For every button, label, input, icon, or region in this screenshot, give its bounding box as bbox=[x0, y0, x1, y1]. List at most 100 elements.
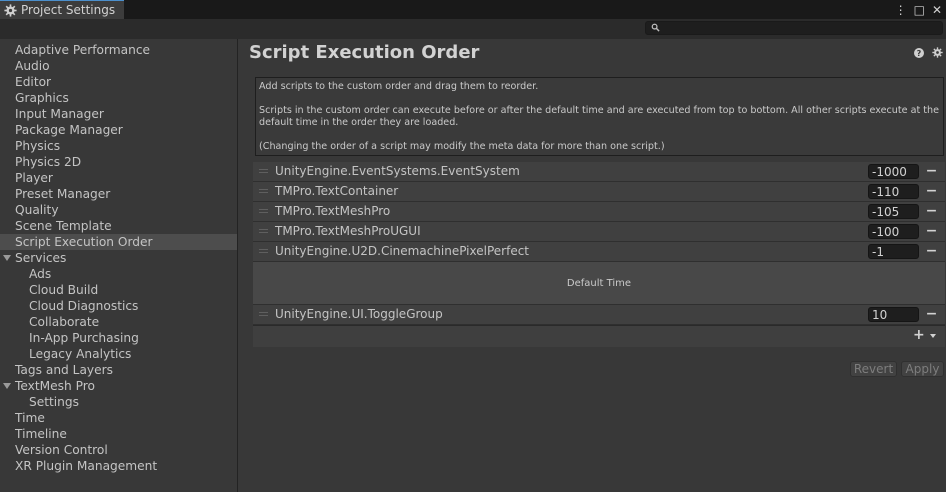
script-row[interactable]: TMPro.TextMeshPro -105− bbox=[253, 202, 945, 222]
drag-handle-icon[interactable] bbox=[259, 312, 268, 317]
expand-caret-icon[interactable] bbox=[3, 255, 11, 261]
script-row[interactable]: TMPro.TextMeshProUGUI -100− bbox=[253, 222, 945, 242]
window-controls: ⋮ □ ✕ bbox=[895, 0, 942, 19]
sidebar-item-label: Time bbox=[15, 411, 45, 425]
search-bar bbox=[0, 19, 946, 39]
sidebar-item-label: XR Plugin Management bbox=[15, 459, 158, 473]
maximize-icon[interactable]: □ bbox=[914, 4, 925, 16]
drag-handle-icon[interactable] bbox=[259, 209, 268, 214]
sidebar-item[interactable]: Preset Manager bbox=[0, 186, 237, 202]
script-row[interactable]: UnityEngine.EventSystems.EventSystem -100… bbox=[253, 162, 945, 182]
script-name: TMPro.TextContainer bbox=[275, 184, 399, 198]
sidebar-item-label: Physics 2D bbox=[15, 155, 82, 169]
help-text-intro: Add scripts to the custom order and drag… bbox=[259, 81, 539, 92]
script-name: TMPro.TextMeshPro bbox=[275, 204, 391, 218]
sidebar-item[interactable]: Legacy Analytics bbox=[0, 346, 237, 362]
search-icon bbox=[651, 23, 660, 32]
sidebar-item[interactable]: Ads bbox=[0, 266, 237, 282]
execution-order-field[interactable]: -1000 bbox=[868, 164, 919, 179]
remove-script-button[interactable]: − bbox=[924, 242, 939, 261]
apply-button[interactable]: Apply bbox=[901, 361, 944, 377]
sidebar-item-label: Collaborate bbox=[29, 315, 100, 329]
sidebar-item[interactable]: Cloud Diagnostics bbox=[0, 298, 237, 314]
sidebar-item-label: Input Manager bbox=[15, 107, 104, 121]
sidebar-item-label: Physics bbox=[15, 139, 61, 153]
chevron-down-icon bbox=[930, 334, 936, 338]
settings-category-list: Adaptive Performance Audio Editor Graphics I… bbox=[0, 42, 237, 474]
sidebar-item[interactable]: Services bbox=[0, 250, 237, 266]
search-field[interactable] bbox=[645, 21, 943, 35]
sidebar-item-label: Legacy Analytics bbox=[29, 347, 132, 361]
title-bar: Project Settings ⋮ □ ✕ bbox=[0, 0, 946, 19]
sidebar-item-label: Cloud Diagnostics bbox=[29, 299, 139, 313]
main-panel: Script Execution Order ? Add scripts to … bbox=[239, 39, 946, 492]
settings-menu-icon[interactable] bbox=[932, 47, 943, 58]
sidebar-item[interactable]: Adaptive Performance bbox=[0, 42, 237, 58]
sidebar-item[interactable]: Settings bbox=[0, 394, 237, 410]
sidebar-item-label: TextMesh Pro bbox=[15, 379, 95, 393]
remove-script-button[interactable]: − bbox=[924, 202, 939, 221]
remove-script-button[interactable]: − bbox=[924, 182, 939, 201]
help-icon[interactable]: ? bbox=[914, 48, 924, 58]
add-script-button[interactable]: + bbox=[913, 328, 941, 344]
execution-order-field[interactable]: 10 bbox=[868, 307, 919, 322]
sidebar-item[interactable]: TextMesh Pro bbox=[0, 378, 237, 394]
script-row[interactable]: UnityEngine.U2D.CinemachinePixelPerfect -… bbox=[253, 242, 945, 262]
sidebar-item[interactable]: In-App Purchasing bbox=[0, 330, 237, 346]
sidebar-item[interactable]: Player bbox=[0, 170, 237, 186]
sidebar-item-label: Audio bbox=[15, 59, 50, 73]
sidebar-item[interactable]: Timeline bbox=[0, 426, 237, 442]
sidebar-item[interactable]: Audio bbox=[0, 58, 237, 74]
sidebar-item[interactable]: Editor bbox=[0, 74, 237, 90]
sidebar-item[interactable]: Physics bbox=[0, 138, 237, 154]
sidebar-item[interactable]: Time bbox=[0, 410, 237, 426]
sidebar-item[interactable]: Scene Template bbox=[0, 218, 237, 234]
sidebar-item[interactable]: Graphics bbox=[0, 90, 237, 106]
svg-text:?: ? bbox=[917, 49, 922, 58]
remove-script-button[interactable]: − bbox=[924, 305, 939, 324]
sidebar-item-label: Settings bbox=[29, 395, 79, 409]
drag-handle-icon[interactable] bbox=[259, 169, 268, 174]
script-order-list: UnityEngine.EventSystems.EventSystem -100… bbox=[253, 162, 945, 347]
sidebar-item[interactable]: Tags and Layers bbox=[0, 362, 237, 378]
default-time-row: Default Time bbox=[253, 262, 945, 305]
sidebar-item-label: In-App Purchasing bbox=[29, 331, 139, 345]
sidebar-item-label: Tags and Layers bbox=[15, 363, 113, 377]
sidebar-item[interactable]: Quality bbox=[0, 202, 237, 218]
more-options-icon[interactable]: ⋮ bbox=[895, 4, 907, 16]
tab-title: Project Settings bbox=[21, 3, 116, 17]
execution-order-field[interactable]: -100 bbox=[868, 224, 919, 239]
drag-handle-icon[interactable] bbox=[259, 189, 268, 194]
script-row[interactable]: TMPro.TextContainer -110− bbox=[253, 182, 945, 202]
list-footer: + bbox=[253, 325, 945, 347]
sidebar-item-label: Player bbox=[15, 171, 53, 185]
sidebar-item[interactable]: Package Manager bbox=[0, 122, 237, 138]
drag-handle-icon[interactable] bbox=[259, 249, 268, 254]
sidebar-item[interactable]: Cloud Build bbox=[0, 282, 237, 298]
revert-button[interactable]: Revert bbox=[850, 361, 897, 377]
drag-handle-icon[interactable] bbox=[259, 229, 268, 234]
close-icon[interactable]: ✕ bbox=[932, 4, 942, 16]
sidebar-item[interactable]: Script Execution Order bbox=[0, 234, 237, 250]
remove-script-button[interactable]: − bbox=[924, 222, 939, 241]
sidebar-item-label: Cloud Build bbox=[29, 283, 99, 297]
search-input[interactable] bbox=[662, 22, 932, 34]
sidebar-item[interactable]: Collaborate bbox=[0, 314, 237, 330]
sidebar-item[interactable]: Physics 2D bbox=[0, 154, 237, 170]
sidebar-item-label: Scene Template bbox=[15, 219, 112, 233]
settings-sidebar: Adaptive Performance Audio Editor Graphics I… bbox=[0, 39, 238, 492]
execution-order-field[interactable]: -105 bbox=[868, 204, 919, 219]
plus-icon: + bbox=[913, 327, 925, 343]
gear-icon bbox=[4, 3, 17, 17]
sidebar-item[interactable]: Version Control bbox=[0, 442, 237, 458]
sidebar-item[interactable]: Input Manager bbox=[0, 106, 237, 122]
expand-caret-icon[interactable] bbox=[3, 383, 11, 389]
execution-order-field[interactable]: -1 bbox=[868, 244, 919, 259]
script-row[interactable]: UnityEngine.UI.ToggleGroup 10− bbox=[253, 305, 945, 325]
sidebar-item-label: Ads bbox=[29, 267, 52, 281]
remove-script-button[interactable]: − bbox=[924, 162, 939, 181]
execution-order-field[interactable]: -110 bbox=[868, 184, 919, 199]
project-settings-tab[interactable]: Project Settings bbox=[0, 0, 124, 19]
sidebar-item[interactable]: XR Plugin Management bbox=[0, 458, 237, 474]
page-title: Script Execution Order bbox=[249, 42, 480, 63]
